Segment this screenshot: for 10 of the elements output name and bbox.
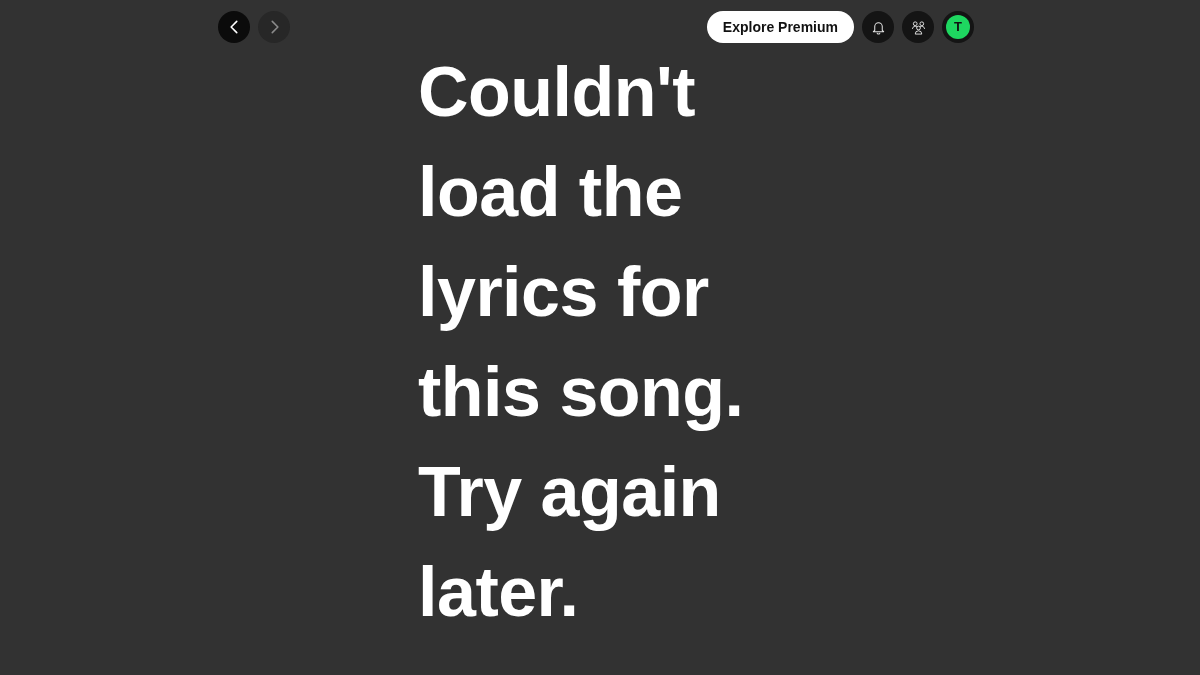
bell-icon: [870, 19, 886, 35]
explore-premium-button[interactable]: Explore Premium: [706, 11, 854, 43]
people-group-icon: [910, 19, 926, 35]
chevron-right-icon: [269, 20, 279, 34]
notifications-button[interactable]: [862, 11, 894, 43]
lyrics-error-message: Couldn't load the lyrics for this song. Try again later.: [418, 52, 745, 633]
back-button[interactable]: [218, 11, 250, 43]
profile-avatar-button[interactable]: T: [942, 11, 974, 43]
chevron-left-icon: [229, 20, 239, 34]
friends-button[interactable]: [902, 11, 934, 43]
